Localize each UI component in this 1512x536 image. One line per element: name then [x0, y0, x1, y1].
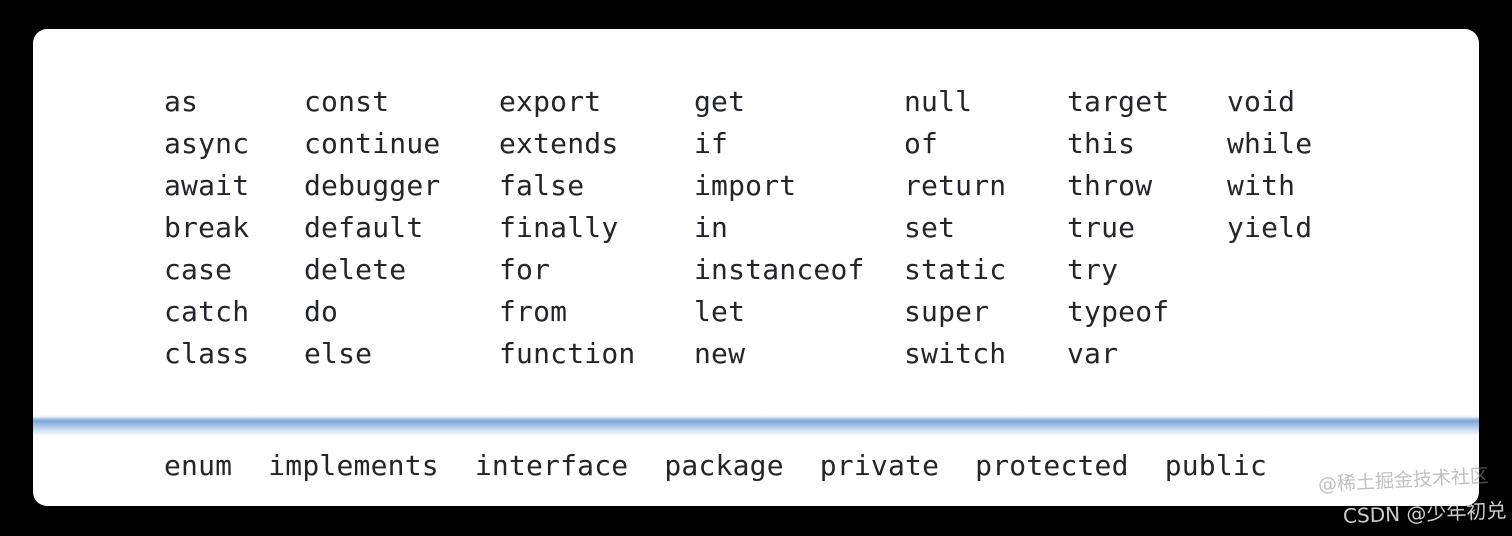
keyword: for	[499, 253, 551, 286]
keyword: throw	[1067, 169, 1153, 202]
keyword: extends	[499, 127, 619, 160]
reserved-word: private	[819, 449, 940, 482]
keyword: get	[694, 85, 746, 118]
keyword: debugger	[304, 169, 441, 202]
keyword: return	[904, 169, 1007, 202]
keyword: if	[694, 127, 729, 160]
keyword: else	[304, 337, 373, 370]
reserved-word: package	[664, 449, 784, 482]
keyword-grid: as async await break case catch class co…	[164, 81, 1444, 375]
reserved-word: interface	[474, 449, 629, 482]
keyword: delete	[304, 253, 407, 286]
keyword: const	[304, 85, 390, 118]
keyword: true	[1067, 211, 1136, 244]
keyword-column-1: as async await break case catch class	[164, 81, 304, 375]
keyword-column-5: null of return set static super switch	[904, 81, 1067, 375]
keyword: function	[499, 337, 636, 370]
keyword: finally	[499, 211, 619, 244]
keyword: target	[1067, 85, 1170, 118]
keyword: yield	[1227, 211, 1313, 244]
reserved-word: protected	[975, 449, 1129, 482]
keyword: continue	[304, 127, 441, 160]
keyword: async	[164, 127, 250, 160]
keyword: do	[304, 295, 339, 328]
reserved-words-row: enum implements interface package privat…	[164, 444, 1267, 488]
keyword: super	[904, 295, 990, 328]
keyword: catch	[164, 295, 250, 328]
keyword: new	[694, 337, 746, 370]
keyword: let	[694, 295, 746, 328]
keyword: with	[1227, 169, 1296, 202]
keyword: from	[499, 295, 568, 328]
keyword-column-3: export extends false finally for from fu…	[499, 81, 694, 375]
keyword: of	[904, 127, 939, 160]
keyword-column-7: void while with yield	[1227, 81, 1387, 249]
keyword-column-4: get if import in instanceof let new	[694, 81, 904, 375]
keyword: class	[164, 337, 250, 370]
section-separator	[33, 414, 1479, 436]
keyword: case	[164, 253, 233, 286]
keyword: while	[1227, 127, 1313, 160]
keyword: this	[1067, 127, 1136, 160]
keyword: await	[164, 169, 250, 202]
keyword: default	[304, 211, 424, 244]
keyword: export	[499, 85, 602, 118]
keyword-column-2: const continue debugger default delete d…	[304, 81, 499, 375]
keyword: false	[499, 169, 585, 202]
keyword: void	[1227, 85, 1296, 118]
keyword: typeof	[1067, 295, 1170, 328]
keyword-column-6: target this throw true try typeof var	[1067, 81, 1227, 375]
keyword: import	[694, 169, 797, 202]
keyword: set	[904, 211, 956, 244]
javascript-keywords-card: as async await break case catch class co…	[33, 29, 1479, 506]
screenshot-root: as async await break case catch class co…	[0, 0, 1512, 536]
reserved-word: public	[1164, 449, 1268, 482]
reserved-word: enum	[164, 449, 233, 482]
keyword: null	[904, 85, 973, 118]
keyword: in	[694, 211, 729, 244]
reserved-word: implements	[268, 449, 439, 482]
keyword: var	[1067, 337, 1119, 370]
keyword: static	[904, 253, 1007, 286]
keyword: switch	[904, 337, 1007, 370]
keyword: instanceof	[694, 253, 865, 286]
keyword: as	[164, 85, 199, 118]
keyword: break	[164, 211, 250, 244]
keyword: try	[1067, 253, 1119, 286]
